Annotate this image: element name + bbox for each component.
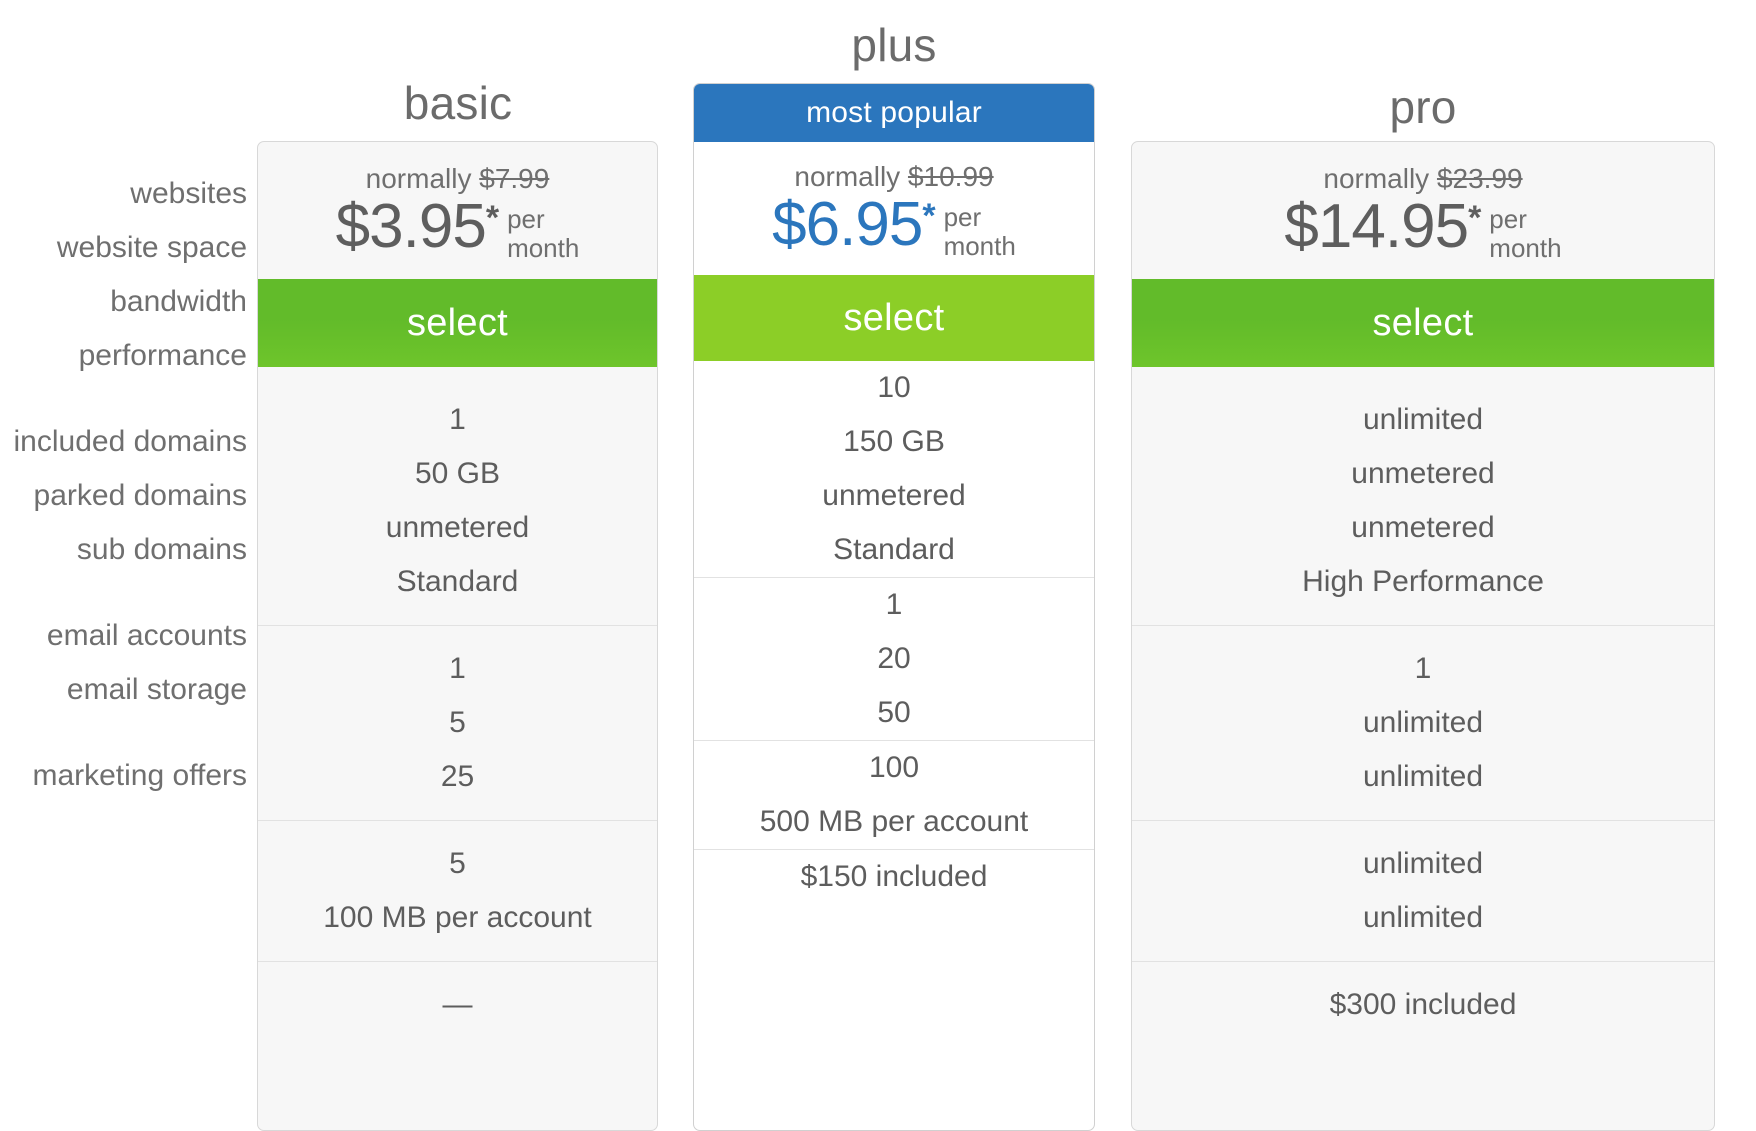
feature-label: included domains: [13, 425, 247, 458]
feature-value: unlimited: [1362, 847, 1484, 881]
feature-label: email accounts: [46, 619, 247, 652]
per-month-label: per month: [507, 203, 580, 263]
feature-value: $150 included: [800, 860, 988, 894]
feature-value: 1: [885, 588, 903, 622]
strikethrough-price: $10.99: [907, 161, 994, 192]
normally-label: normally: [365, 163, 472, 194]
plan-title-plus: plus: [851, 19, 937, 71]
feature-label: email storage: [66, 673, 247, 706]
price-asterisk: *: [922, 196, 936, 235]
feature-label-group-4: marketing offers: [0, 733, 247, 829]
normally-label: normally: [794, 161, 901, 192]
feature-value: unlimited: [1362, 760, 1484, 794]
price-asterisk: *: [1468, 198, 1482, 237]
feature-group-2: 1 5 25: [258, 625, 657, 820]
feature-label-group-3: email accounts email storage: [0, 593, 247, 733]
feature-value: 25: [440, 760, 475, 794]
price-block-plus: normally $10.99 $6.95 * per month: [694, 142, 1094, 275]
price-line-basic: $3.95 * per month: [258, 191, 657, 263]
feature-value: 500 MB per account: [759, 805, 1029, 839]
features-basic: 1 50 GB unmetered Standard 1 5 25 5 100 …: [258, 367, 657, 1058]
normally-price-basic: normally $7.99: [258, 163, 657, 195]
plan-card-pro[interactable]: normally $23.99 $14.95 * per month selec…: [1131, 141, 1715, 1131]
select-button-basic[interactable]: select: [258, 279, 657, 368]
select-button-pro[interactable]: select: [1132, 279, 1714, 368]
strikethrough-price: $23.99: [1436, 163, 1523, 194]
feature-label: marketing offers: [32, 759, 247, 792]
most-popular-badge: most popular: [694, 84, 1094, 142]
feature-value: unmetered: [1351, 511, 1495, 545]
feature-value: unmetered: [822, 479, 966, 513]
feature-label-group-1: websites website space bandwidth perform…: [0, 141, 247, 399]
feature-value: 100 MB per account: [323, 901, 592, 935]
select-button-plus[interactable]: select: [694, 275, 1094, 362]
plan-title-basic: basic: [403, 77, 513, 129]
feature-group-4: —: [258, 961, 657, 1058]
feature-value: unlimited: [1362, 706, 1484, 740]
price-line-plus: $6.95 * per month: [694, 189, 1094, 261]
feature-label: bandwidth: [110, 285, 247, 318]
feature-value: 100: [868, 751, 920, 785]
feature-group-1: unlimited unmetered unmetered High Perfo…: [1132, 367, 1714, 625]
feature-label: websites: [130, 177, 247, 210]
normally-price-pro: normally $23.99: [1132, 163, 1714, 195]
plan-card-basic[interactable]: normally $7.99 $3.95 * per month select …: [257, 141, 658, 1131]
normally-price-plus: normally $10.99: [694, 161, 1094, 193]
feature-value: 20: [877, 642, 911, 676]
feature-group-1: 1 50 GB unmetered Standard: [258, 367, 657, 625]
feature-value: unlimited: [1362, 901, 1484, 935]
feature-value: High Performance: [1302, 565, 1544, 599]
feature-value: 1: [449, 652, 466, 686]
per-month-label: per month: [1489, 203, 1562, 263]
feature-group-4: $150 included: [694, 849, 1094, 904]
feature-group-2: 1 20 50: [694, 577, 1094, 740]
feature-value: 5: [449, 847, 466, 881]
feature-value: 1: [449, 403, 466, 437]
feature-value: 150 GB: [843, 425, 945, 459]
price-amount-pro: $14.95: [1284, 191, 1469, 261]
feature-group-4: $300 included: [1132, 961, 1714, 1058]
plan-card-plus[interactable]: most popular normally $10.99 $6.95 * per…: [693, 83, 1095, 1131]
feature-value: Standard: [396, 565, 519, 599]
feature-group-3: 5 100 MB per account: [258, 820, 657, 961]
feature-value: 50: [877, 696, 911, 730]
pricing-table: basic plus pro websites website space ba…: [0, 0, 1756, 1131]
feature-label-group-2: included domains parked domains sub doma…: [0, 399, 247, 593]
price-asterisk: *: [485, 198, 500, 237]
feature-label: performance: [78, 339, 247, 372]
price-amount-basic: $3.95: [335, 191, 487, 261]
feature-label: sub domains: [76, 533, 247, 566]
price-amount-plus: $6.95: [772, 189, 923, 259]
feature-label-column: websites website space bandwidth perform…: [0, 141, 247, 829]
feature-value: unmetered: [1351, 457, 1495, 491]
price-block-basic: normally $7.99 $3.95 * per month: [258, 142, 657, 279]
per-month-label: per month: [943, 201, 1016, 261]
price-line-pro: $14.95 * per month: [1132, 191, 1714, 263]
strikethrough-price: $7.99: [479, 163, 550, 194]
normally-label: normally: [1323, 163, 1430, 194]
feature-group-3: 100 500 MB per account: [694, 740, 1094, 849]
features-plus: 10 150 GB unmetered Standard 1 20 50 100…: [694, 361, 1094, 904]
plan-title-pro: pro: [1389, 81, 1457, 133]
feature-value: 1: [1414, 652, 1432, 686]
feature-value: 50 GB: [414, 457, 501, 491]
feature-value: 10: [877, 371, 911, 405]
feature-value: unlimited: [1362, 403, 1484, 437]
feature-value: unmetered: [385, 511, 530, 545]
price-block-pro: normally $23.99 $14.95 * per month: [1132, 142, 1714, 279]
feature-group-2: 1 unlimited unlimited: [1132, 625, 1714, 820]
feature-group-3: unlimited unlimited: [1132, 820, 1714, 961]
feature-value: Standard: [833, 533, 955, 567]
features-pro: unlimited unmetered unmetered High Perfo…: [1132, 367, 1714, 1058]
feature-label: parked domains: [33, 479, 247, 512]
feature-value: 5: [449, 706, 466, 740]
feature-value: —: [442, 988, 473, 1022]
feature-label: website space: [56, 231, 247, 264]
feature-value: $300 included: [1329, 988, 1517, 1022]
feature-group-1: 10 150 GB unmetered Standard: [694, 361, 1094, 577]
